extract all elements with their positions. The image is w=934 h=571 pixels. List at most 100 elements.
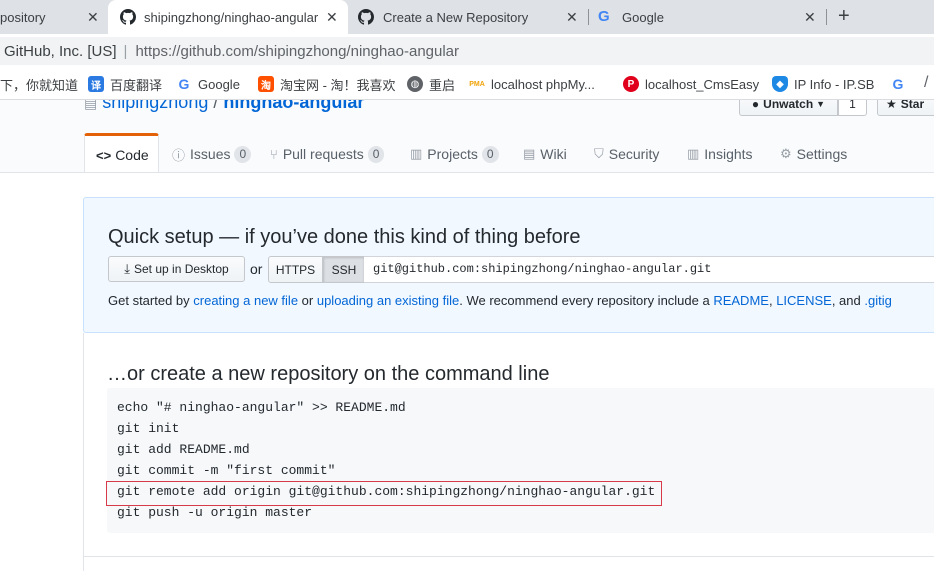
command-line-title: …or create a new repository on the comma…: [107, 363, 550, 385]
google-icon: G: [598, 8, 610, 25]
bookmarks-bar: 下，你就知道 译 百度翻译 G Google 淘 淘宝网 - 淘！我喜欢 ◍ 重…: [0, 68, 934, 100]
cmseasy-icon: P: [623, 76, 639, 92]
readme-link[interactable]: README: [713, 293, 769, 308]
tab-code[interactable]: <> Code: [84, 133, 159, 172]
tab-title: Google: [622, 9, 664, 25]
browser-tab-strip: pository ✕ shipingzhong/ninghao-angular …: [0, 0, 934, 34]
github-icon: [120, 9, 136, 25]
bookmark-item[interactable]: G: [890, 75, 912, 93]
repo-owner-link[interactable]: shipingzhong: [102, 100, 208, 112]
globe-icon: ◍: [407, 76, 423, 92]
google-icon: G: [178, 76, 190, 92]
quick-setup-help: Get started by creating a new file or up…: [108, 293, 892, 308]
bookmark-label: 重启: [429, 77, 456, 93]
desktop-button-label: Set up in Desktop: [134, 262, 229, 276]
tab-label: Settings: [796, 146, 848, 162]
tab-title: shipingzhong/ninghao-angular: [144, 9, 319, 25]
tab-count: 0: [367, 145, 385, 163]
or-text: or: [250, 261, 263, 277]
code-line: echo "# ninghao-angular" >> README.md: [117, 400, 406, 415]
tab-projects[interactable]: ▥ Projects 0: [410, 134, 499, 172]
more-bookmarks-icon[interactable]: /: [924, 74, 928, 92]
tab-title: pository: [0, 9, 46, 25]
tab-separator: [588, 9, 589, 25]
book-icon: ▤: [523, 146, 536, 161]
tab-pull-requests[interactable]: ⑂ Pull requests 0: [270, 134, 385, 172]
bookmark-item[interactable]: 译 百度翻译: [88, 75, 162, 93]
tab-label: Insights: [704, 146, 753, 162]
https-toggle[interactable]: HTTPS: [268, 256, 323, 283]
ssh-toggle[interactable]: SSH: [323, 256, 365, 283]
star-icon: ★: [886, 100, 897, 111]
bookmark-label: localhost_CmsEasy: [645, 76, 760, 92]
creating-new-file-link[interactable]: creating a new file: [193, 293, 298, 308]
phpmyadmin-icon: PMA: [469, 80, 485, 88]
tab-settings[interactable]: ⚙ Settings: [780, 134, 848, 172]
section-divider: [83, 556, 934, 557]
highlight-box: [106, 481, 662, 506]
tab-label: Pull requests: [282, 146, 364, 162]
translate-icon: 译: [88, 76, 104, 92]
eye-icon: ●: [751, 100, 760, 111]
bookmark-label: localhost phpMy...: [491, 76, 595, 92]
uploading-file-link[interactable]: uploading an existing file: [317, 293, 459, 308]
site-identity[interactable]: GitHub, Inc. [US]: [4, 43, 117, 60]
unwatch-button[interactable]: ● Unwatch ▼: [739, 100, 838, 116]
watchers-count[interactable]: 1: [838, 100, 867, 116]
desktop-download-icon: ⤓: [124, 261, 130, 276]
tab-security[interactable]: ⛉ Security: [594, 134, 660, 172]
star-button[interactable]: ★ Star: [877, 100, 934, 116]
tab-insights[interactable]: ▥ Insights: [687, 134, 753, 172]
bookmark-item[interactable]: 淘 淘宝网 - 淘！我喜欢: [258, 75, 396, 93]
clone-url-input[interactable]: git@github.com:shipingzhong/ninghao-angu…: [364, 256, 934, 283]
tab-label: Wiki: [540, 146, 567, 162]
help-text: or: [298, 293, 317, 308]
omnibox[interactable]: GitHub, Inc. [US] | https://github.com/ …: [0, 37, 934, 65]
code-icon: <>: [96, 147, 112, 163]
help-text: , and: [831, 293, 865, 308]
tab-issues[interactable]: ⓘ Issues 0: [172, 134, 252, 172]
bookmark-item[interactable]: 下，你就知道: [0, 75, 78, 93]
tab-label: Security: [608, 146, 660, 162]
quick-setup-title: Quick setup — if you’ve done this kind o…: [108, 226, 581, 248]
tab-label: Projects: [427, 146, 478, 162]
bookmark-item[interactable]: G Google: [176, 75, 240, 93]
bookmark-item[interactable]: ◍ 重启: [407, 75, 455, 93]
new-tab-button[interactable]: +: [838, 5, 850, 28]
quick-setup-panel: Quick setup — if you’ve done this kind o…: [83, 197, 934, 333]
repo-name-link[interactable]: ninghao-angular: [223, 100, 364, 112]
bookmark-label: 百度翻译: [110, 77, 163, 93]
repo-slash: /: [213, 100, 219, 112]
tab-label: Code: [115, 147, 149, 163]
unwatch-label: Unwatch: [763, 100, 814, 111]
graph-icon: ▥: [687, 146, 700, 161]
repo-header: ▤ shipingzhong / ninghao-angular ● Unwat…: [0, 100, 934, 173]
github-icon: [358, 9, 374, 25]
shield-icon: ◆: [772, 76, 788, 92]
setup-in-desktop-button[interactable]: ⤓ Set up in Desktop: [108, 256, 245, 282]
bookmark-item[interactable]: P localhost_CmsEasy: [623, 75, 759, 93]
browser-tab-google[interactable]: G Google ✕: [590, 0, 826, 34]
browser-tab-ninghao-angular[interactable]: shipingzhong/ninghao-angular ✕: [108, 0, 348, 34]
repo-title: ▤ shipingzhong / ninghao-angular: [84, 100, 364, 113]
tab-wiki[interactable]: ▤ Wiki: [523, 134, 567, 172]
address-bar: GitHub, Inc. [US] | https://github.com/ …: [0, 34, 934, 68]
close-icon[interactable]: ✕: [804, 9, 816, 26]
browser-tab-create-repository[interactable]: Create a New Repository ✕: [350, 0, 586, 34]
bookmark-label: 淘宝网 - 淘！我喜欢: [280, 77, 396, 93]
browser-tab-repository[interactable]: pository ✕: [0, 0, 106, 34]
close-icon[interactable]: ✕: [566, 9, 578, 26]
star-label: Star: [900, 100, 925, 111]
license-link[interactable]: LICENSE: [776, 293, 832, 308]
close-icon[interactable]: ✕: [326, 9, 338, 26]
tab-count: 0: [234, 145, 252, 163]
gitignore-link[interactable]: .gitig: [864, 293, 891, 308]
shield-icon: ⛉: [594, 146, 604, 161]
tab-count: 0: [481, 145, 499, 163]
close-icon[interactable]: ✕: [87, 9, 99, 26]
bookmark-item[interactable]: ◆ IP Info - IP.SB: [772, 75, 874, 93]
project-icon: ▥: [410, 146, 423, 161]
tab-label: Issues: [190, 146, 231, 162]
code-line: git commit -m "first commit": [117, 463, 336, 478]
bookmark-item[interactable]: PMA localhost phpMy...: [469, 75, 595, 93]
